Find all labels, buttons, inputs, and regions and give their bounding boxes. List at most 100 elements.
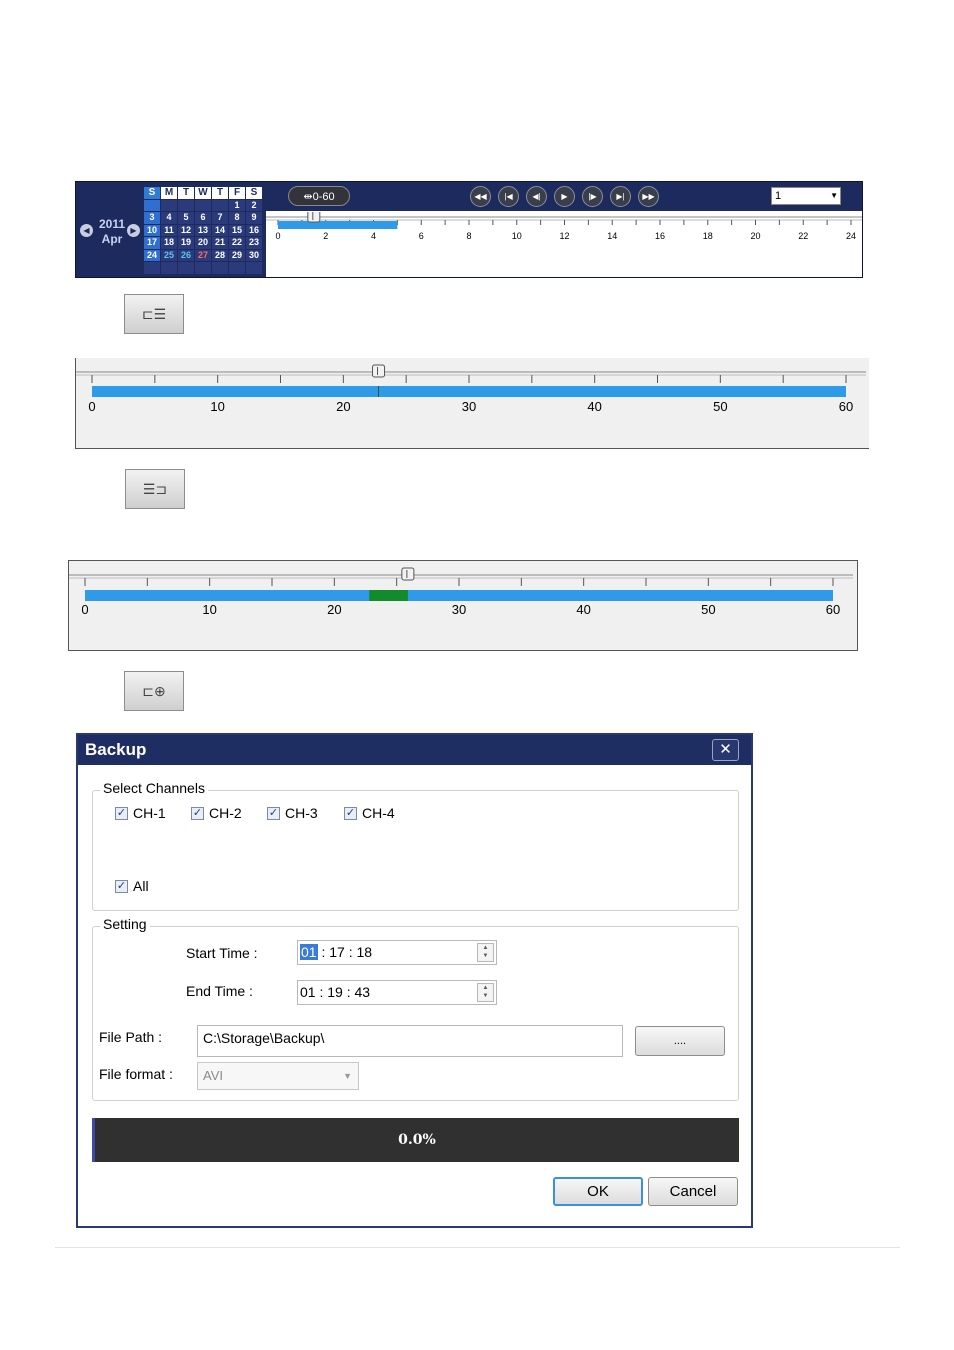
mark-start-icon: ⊏☰ <box>141 306 167 322</box>
browse-button[interactable]: .... <box>635 1026 725 1056</box>
timeline-tick-label: 0 <box>275 231 280 241</box>
calendar-empty-cell <box>195 262 211 274</box>
range-toggle-button[interactable]: ⇹0-60 <box>288 186 350 206</box>
calendar-day[interactable]: 6 <box>195 212 211 224</box>
calendar-empty-cell <box>246 262 262 274</box>
file-path-input[interactable]: C:\Storage\Backup\ <box>197 1025 623 1057</box>
file-format-select[interactable]: AVI ▼ <box>197 1062 359 1090</box>
ch4-checkbox[interactable]: ✓ <box>344 807 357 820</box>
previous-frame-button[interactable]: |◀ <box>498 186 519 207</box>
prev-month-icon[interactable]: ◀ <box>80 224 93 237</box>
calendar-day[interactable]: 21 <box>212 237 228 249</box>
calendar-day[interactable]: 29 <box>229 249 245 261</box>
ch4-label: CH-4 <box>362 805 395 821</box>
calendar-year: 2011 <box>98 217 126 231</box>
start-time-input[interactable]: 01 : 17 : 18 ▲ ▼ <box>297 940 497 965</box>
check-icon: ✓ <box>192 807 203 819</box>
calendar-day[interactable]: 1 <box>229 199 245 211</box>
all-channels-label: All <box>133 878 149 894</box>
calendar-day[interactable]: 24 <box>144 249 160 261</box>
ch3-checkbox[interactable]: ✓ <box>267 807 280 820</box>
calendar-day[interactable]: 3 <box>144 212 160 224</box>
play-button[interactable]: ▶ <box>554 186 575 207</box>
step-back-button[interactable]: ◀| <box>526 186 547 207</box>
timeline-tick-label: 60 <box>826 602 840 617</box>
timeline-tick-label: 50 <box>701 602 715 617</box>
calendar-day[interactable]: 26 <box>178 249 194 261</box>
check-icon: ✓ <box>268 807 279 819</box>
ch1-checkbox[interactable]: ✓ <box>115 807 128 820</box>
selected-segment <box>369 590 408 601</box>
channel-select[interactable]: 1 ▼ <box>771 187 841 205</box>
calendar-day[interactable]: 2 <box>246 199 262 211</box>
progress-text: 0.0% <box>398 1132 436 1148</box>
calendar-day[interactable]: 8 <box>229 212 245 224</box>
calendar-empty-cell <box>212 199 228 211</box>
recorded-segment <box>92 386 846 397</box>
timeline-tick-label: 14 <box>607 231 617 241</box>
calendar-empty-cell <box>161 262 177 274</box>
cancel-button[interactable]: Cancel <box>648 1177 738 1206</box>
end-time-input[interactable]: 01 : 19 : 43 ▲ ▼ <box>297 980 497 1005</box>
calendar-day[interactable]: 27 <box>195 249 211 261</box>
start-time-hour: 01 <box>300 944 318 960</box>
timeline-tick-label: 6 <box>419 231 424 241</box>
timeline-tick-label: 30 <box>452 602 466 617</box>
calendar-day[interactable]: 13 <box>195 224 211 236</box>
playhead-handle[interactable] <box>401 567 415 581</box>
minute-timeline-2[interactable]: 0 10 20 30 40 50 60 <box>69 561 857 621</box>
fast-rewind-button[interactable]: ◀◀ <box>470 186 491 207</box>
calendar-day[interactable]: 15 <box>229 224 245 236</box>
timeline-tick-label: 0 <box>81 602 88 617</box>
ok-button[interactable]: OK <box>553 1177 643 1206</box>
mark-start-button[interactable]: ⊏☰ <box>124 294 184 334</box>
timeline-tick-label: 22 <box>798 231 808 241</box>
minute-timeline-2-frame: 0 10 20 30 40 50 60 <box>68 560 858 651</box>
step-forward-button[interactable]: |▶ <box>582 186 603 207</box>
timeline-tick-label: 10 <box>210 399 224 414</box>
start-time-spinner[interactable]: ▲ ▼ <box>477 943 494 962</box>
calendar-empty-cell <box>229 262 245 274</box>
calendar-day[interactable]: 19 <box>178 237 194 249</box>
close-icon: ✕ <box>719 741 732 758</box>
backup-button[interactable]: ⊏⊕ <box>124 671 184 711</box>
calendar-day[interactable]: 4 <box>161 212 177 224</box>
check-icon: ✓ <box>345 807 356 819</box>
calendar-month: Apr <box>101 232 123 246</box>
playhead-handle[interactable] <box>372 364 386 378</box>
day-timeline[interactable]: 0 2 4 6 8 10 12 14 16 18 20 22 24 <box>266 212 862 277</box>
calendar-day[interactable]: 25 <box>161 249 177 261</box>
calendar-day[interactable]: 11 <box>161 224 177 236</box>
ch3-label: CH-3 <box>285 805 318 821</box>
close-button[interactable]: ✕ <box>712 739 739 761</box>
weekday-header: T <box>178 187 194 199</box>
calendar-day[interactable]: 23 <box>246 237 262 249</box>
calendar-empty-cell <box>212 262 228 274</box>
end-time-label: End Time : <box>186 983 253 999</box>
fast-forward-button[interactable]: ▶▶ <box>638 186 659 207</box>
calendar-day[interactable]: 7 <box>212 212 228 224</box>
ch2-checkbox[interactable]: ✓ <box>191 807 204 820</box>
calendar-day[interactable]: 5 <box>178 212 194 224</box>
playhead-handle[interactable] <box>307 212 321 223</box>
mark-end-button[interactable]: ☰⊐ <box>125 469 185 509</box>
timeline-tick-label: 20 <box>336 399 350 414</box>
calendar-day[interactable]: 9 <box>246 212 262 224</box>
calendar-day[interactable]: 12 <box>178 224 194 236</box>
minute-timeline-1[interactable]: 0 10 20 30 40 50 60 <box>76 358 870 418</box>
calendar-day[interactable]: 20 <box>195 237 211 249</box>
calendar-day[interactable]: 17 <box>144 237 160 249</box>
calendar-day[interactable]: 16 <box>246 224 262 236</box>
end-time-spinner[interactable]: ▲ ▼ <box>477 983 494 1002</box>
calendar-day[interactable]: 22 <box>229 237 245 249</box>
calendar-day[interactable]: 30 <box>246 249 262 261</box>
next-frame-button[interactable]: ▶| <box>610 186 631 207</box>
next-month-icon[interactable]: ▶ <box>127 224 140 237</box>
calendar-day[interactable]: 18 <box>161 237 177 249</box>
all-channels-checkbox[interactable]: ✓ <box>115 880 128 893</box>
calendar-day[interactable]: 28 <box>212 249 228 261</box>
timeline-tick-label: 2 <box>323 231 328 241</box>
calendar-day[interactable]: 10 <box>144 224 160 236</box>
timeline-tick-label: 18 <box>703 231 713 241</box>
calendar-day[interactable]: 14 <box>212 224 228 236</box>
